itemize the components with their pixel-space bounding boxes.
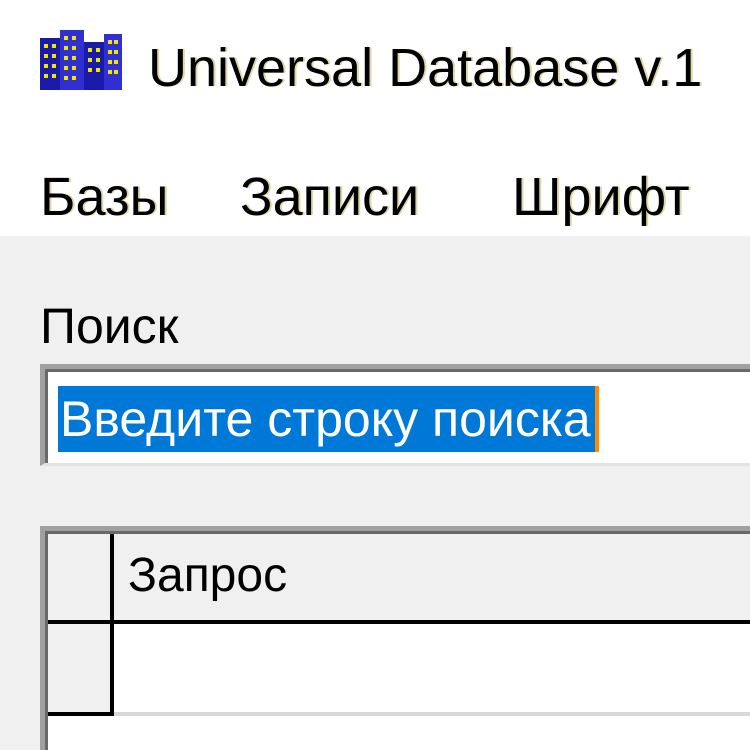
- app-database-icon[interactable]: [40, 30, 122, 92]
- text-caret: [594, 386, 599, 452]
- grid-corner-cell[interactable]: [48, 534, 114, 624]
- menu-item-font[interactable]: Шрифт: [512, 166, 690, 228]
- search-input-selected-text[interactable]: Введите строку поиска: [58, 386, 599, 452]
- search-input-inner-border: Введите строку поиска: [45, 369, 750, 463]
- results-grid[interactable]: Запрос: [40, 526, 750, 750]
- grid-column-header[interactable]: Запрос: [114, 534, 750, 624]
- results-grid-inner: Запрос: [45, 531, 750, 750]
- search-label: Поиск: [40, 298, 179, 354]
- app-window: Universal Database v.1 Базы Записи Шрифт…: [0, 0, 750, 750]
- window-title: Universal Database v.1: [148, 38, 703, 98]
- menu-item-bases[interactable]: Базы: [40, 166, 168, 228]
- menu-item-records[interactable]: Записи: [240, 166, 419, 228]
- menu-bar: Базы Записи Шрифт: [0, 140, 750, 236]
- title-bar[interactable]: Universal Database v.1: [0, 0, 750, 130]
- search-input-value: Введите строку поиска: [60, 391, 591, 447]
- grid-cell[interactable]: [114, 624, 750, 716]
- client-area: Поиск Введите строку поиска Запрос: [0, 236, 750, 750]
- search-input[interactable]: Введите строку поиска: [40, 364, 750, 466]
- grid-row-indicator[interactable]: [48, 624, 114, 716]
- grid-column-header-label: Запрос: [128, 549, 288, 602]
